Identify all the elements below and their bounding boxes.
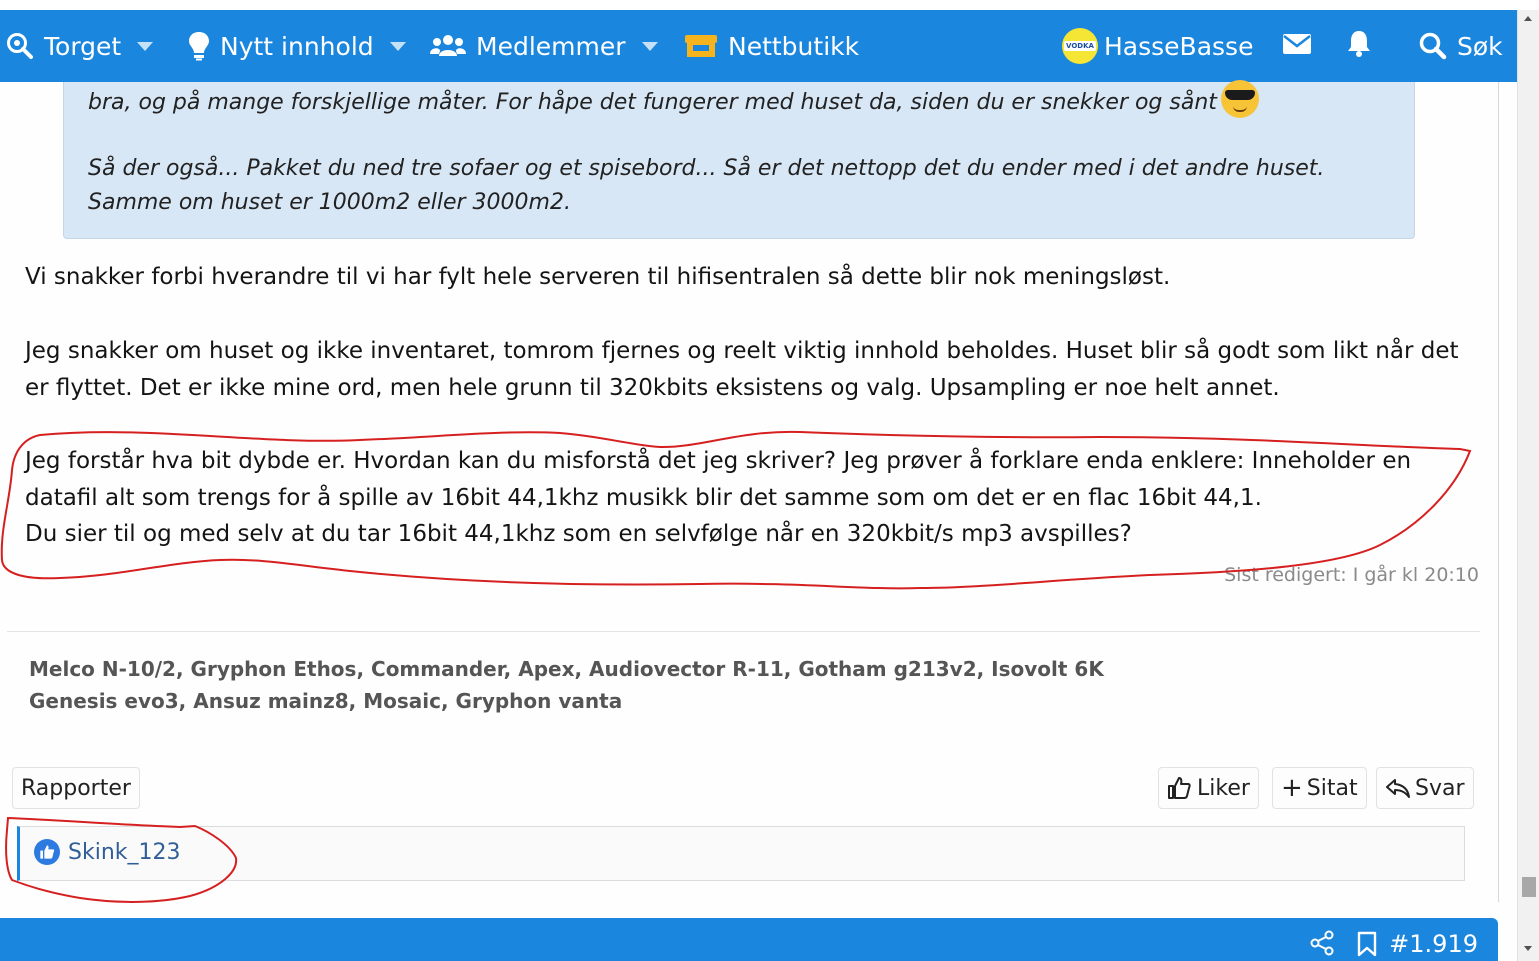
last-edited-text: Sist redigert: I går kl 20:10 [1224,564,1479,586]
window-top-strip [0,0,1539,10]
quote-button[interactable]: + Sitat [1272,767,1367,809]
like-label: Liker [1197,775,1250,801]
post-paragraph-1: Vi snakker forbi hverandre til vi har fy… [25,264,1171,290]
report-label: Rapporter [21,775,131,801]
bell-icon [1346,29,1372,63]
chevron-down-icon[interactable] [389,41,406,51]
chevron-down-icon[interactable] [641,41,658,51]
post-paragraph-3: Jeg forstår hva bit dybde er. Hvordan ka… [25,448,1412,511]
username: HasseBasse [1104,31,1254,61]
post-paragraph-4: Du sier til og med selv at du tar 16bit … [25,521,1132,547]
post-number[interactable]: #1.919 [1389,930,1478,958]
nav-medlemmer-label: Medlemmer [476,31,626,61]
share-icon[interactable] [1310,930,1334,960]
search-button[interactable]: Søk [1419,10,1503,82]
users-icon [430,34,466,58]
next-post-header: #1.919 [0,918,1498,961]
thumbs-up-icon [1167,776,1191,800]
reply-label: Svar [1415,775,1465,801]
nav-medlemmer[interactable]: Medlemmer [430,10,658,82]
nav-nytt-innhold-label: Nytt innhold [220,31,374,61]
chevron-down-icon[interactable] [137,41,154,51]
post-paragraph-2: Jeg snakker om huset og ikke inventaret,… [25,338,1459,401]
reply-arrow-icon [1385,777,1411,799]
nav-nettbutikk-label: Nettbutikk [728,31,860,61]
signature-divider [7,631,1480,632]
like-reaction-icon [34,839,60,865]
search-icon [1419,32,1447,60]
plus-icon: + [1281,773,1303,803]
bookmark-icon[interactable] [1357,931,1377,961]
scroll-up-arrow-icon[interactable] [1524,16,1532,21]
user-menu[interactable]: VODKA HasseBasse [1062,10,1253,82]
quote-line: bra, og på mange forskjellige måter. For… [88,80,1259,122]
reply-button[interactable]: Svar [1376,767,1474,809]
reaction-username[interactable]: Skink_123 [68,840,181,865]
sunglasses-emoji-icon [1220,80,1259,118]
report-button[interactable]: Rapporter [12,767,140,809]
forum-search-icon [6,32,34,60]
store-icon [684,33,718,59]
lightbulb-icon [188,31,210,61]
nav-torget[interactable]: Torget [6,10,154,82]
alerts-button[interactable] [1346,10,1372,82]
page-scrollbar[interactable] [1517,10,1539,961]
envelope-icon [1282,32,1312,61]
forum-post: bra, og på mange forskjellige måter. For… [0,80,1499,902]
scrollbar-thumb[interactable] [1522,877,1536,897]
quote-paragraph: Så der også... Pakket du ned tre sofaer … [88,156,1325,215]
quote-block: bra, og på mange forskjellige måter. For… [63,80,1415,239]
avatar: VODKA [1062,28,1098,64]
quote-text: bra, og på mange forskjellige måter. For… [88,90,1217,115]
avatar-text: VODKA [1064,41,1096,51]
signature-line-1: Melco N-10/2, Gryphon Ethos, Commander, … [29,657,1104,681]
quote-label: Sitat [1306,775,1358,801]
nav-nettbutikk[interactable]: Nettbutikk [684,10,859,82]
reactions-bar: Skink_123 [17,826,1465,881]
like-button[interactable]: Liker [1158,767,1259,809]
signature-line-2: Genesis evo3, Ansuz mainz8, Mosaic, Gryp… [29,689,623,713]
nav-torget-label: Torget [44,31,122,61]
nav-nytt-innhold[interactable]: Nytt innhold [188,10,406,82]
reaction-item[interactable]: Skink_123 [34,839,181,865]
scroll-down-arrow-icon[interactable] [1524,946,1532,951]
inbox-button[interactable] [1282,10,1312,82]
top-navigation-bar: Torget Nytt innhold Medlemmer Nettbutikk… [0,10,1518,82]
search-label: Søk [1457,31,1503,61]
